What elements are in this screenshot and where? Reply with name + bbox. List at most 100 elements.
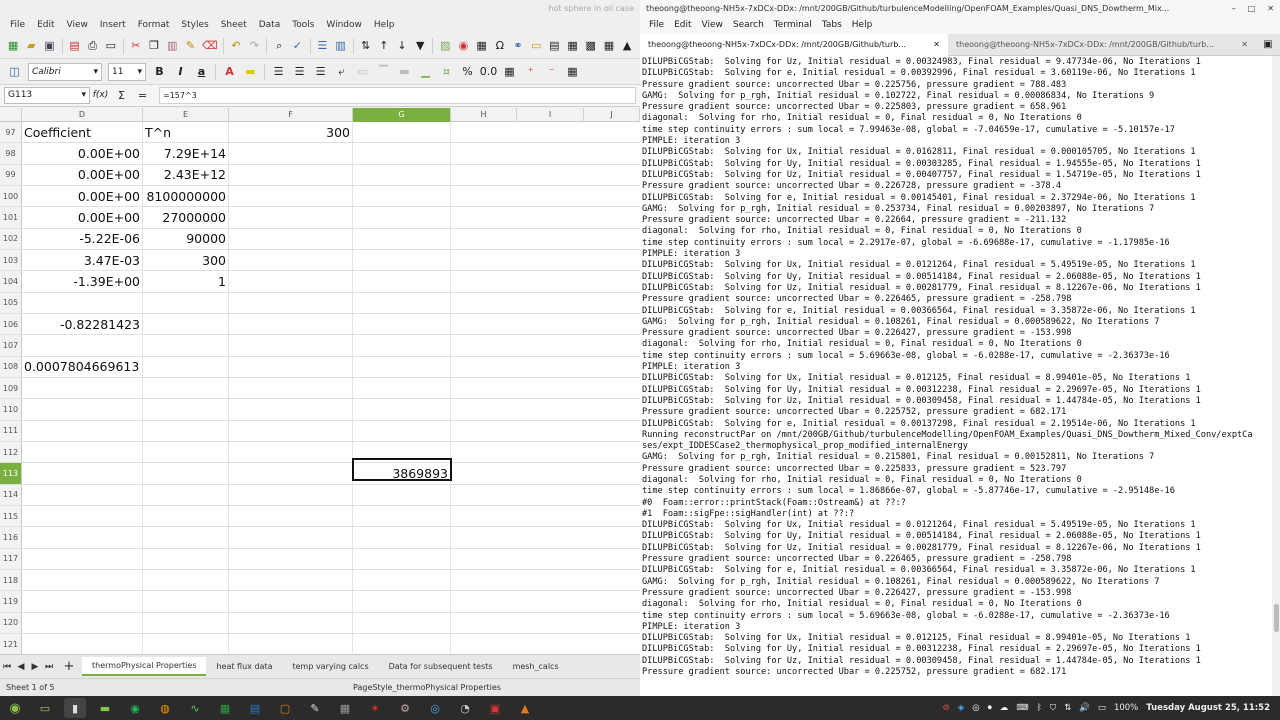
- prev-sheet-icon[interactable]: ◀: [14, 662, 28, 672]
- sheet-tab-mesh-calcs[interactable]: mesh_calcs: [503, 658, 569, 675]
- align-top-icon[interactable]: ▔: [376, 64, 392, 80]
- font-color-icon[interactable]: A: [222, 64, 238, 80]
- menu-styles[interactable]: Styles: [175, 20, 214, 30]
- menu-tools[interactable]: Tools: [286, 20, 320, 30]
- cell-f121[interactable]: [229, 633, 353, 654]
- app-icon[interactable]: ▣: [484, 698, 506, 718]
- column-header-j[interactable]: J: [584, 108, 640, 122]
- row-header[interactable]: 103: [0, 249, 22, 271]
- row-header[interactable]: 119: [0, 591, 22, 612]
- row-header[interactable]: 98: [0, 143, 22, 164]
- row-header[interactable]: 107: [0, 335, 22, 356]
- menu-view[interactable]: View: [697, 20, 728, 30]
- cell-g117[interactable]: [353, 548, 451, 569]
- menu-icon[interactable]: ◉: [4, 698, 26, 718]
- cell-f101[interactable]: [229, 207, 353, 228]
- cell-d120[interactable]: [22, 612, 143, 633]
- print-preview-icon[interactable]: ▭: [104, 38, 117, 54]
- scrollbar-thumb[interactable]: [1274, 604, 1279, 632]
- menu-file[interactable]: File: [644, 20, 669, 30]
- row-header[interactable]: 112: [0, 441, 22, 463]
- formula-icon[interactable]: =: [135, 88, 151, 104]
- matlab-icon[interactable]: ▲: [514, 698, 536, 718]
- menu-search[interactable]: Search: [728, 20, 769, 30]
- first-sheet-icon[interactable]: ⏮: [0, 662, 14, 672]
- cell-e100[interactable]: 8100000000: [143, 185, 229, 207]
- row-header[interactable]: 115: [0, 505, 22, 527]
- cell-f113[interactable]: [229, 463, 353, 484]
- cell-g100[interactable]: [353, 185, 451, 207]
- sort-icon[interactable]: ⇅: [359, 38, 372, 54]
- highlight-color-icon[interactable]: ▬: [243, 64, 259, 80]
- cell-g99[interactable]: [353, 164, 451, 185]
- menu-terminal[interactable]: Terminal: [769, 20, 817, 30]
- cell-d109[interactable]: [22, 377, 143, 399]
- menu-help[interactable]: Help: [368, 20, 401, 30]
- cell-f119[interactable]: [229, 591, 353, 612]
- undo-icon[interactable]: ↶: [229, 38, 242, 54]
- impress-icon[interactable]: ▢: [274, 698, 296, 718]
- network-icon[interactable]: ⇅: [1064, 703, 1071, 713]
- cell-e120[interactable]: [143, 612, 229, 633]
- column-icon[interactable]: ▥: [334, 38, 347, 54]
- cell-g103[interactable]: [353, 249, 451, 271]
- cell-g107[interactable]: [353, 335, 451, 356]
- row-header[interactable]: 97: [0, 122, 22, 143]
- freeze-rows-icon[interactable]: ▩: [584, 38, 597, 54]
- currency-format-icon[interactable]: ¤: [439, 64, 455, 80]
- cell-d121[interactable]: [22, 633, 143, 654]
- sheet-tab-thermophysical[interactable]: thermoPhysical Properties: [82, 657, 207, 676]
- headers-footers-icon[interactable]: ▤: [548, 38, 561, 54]
- sum-icon[interactable]: Σ: [114, 88, 130, 104]
- cell-d111[interactable]: [22, 420, 143, 441]
- row-header[interactable]: 106: [0, 313, 22, 335]
- cell-d114[interactable]: [22, 484, 143, 505]
- font-name-box[interactable]: Calibri ▾: [28, 62, 102, 81]
- cell-e116[interactable]: [143, 527, 229, 548]
- cell-d102[interactable]: -5.22E-06: [22, 228, 143, 249]
- menu-data[interactable]: Data: [253, 20, 287, 30]
- menu-edit[interactable]: Edit: [669, 20, 696, 30]
- cell-g109[interactable]: [353, 377, 451, 399]
- keyboard-icon[interactable]: ⌨: [1016, 703, 1028, 713]
- row-header[interactable]: 111: [0, 420, 22, 441]
- battery-icon[interactable]: ▭: [1098, 703, 1106, 713]
- print-icon[interactable]: ⎙: [86, 38, 99, 54]
- cell-d117[interactable]: [22, 548, 143, 569]
- row-header[interactable]: 114: [0, 484, 22, 505]
- inkscape-icon[interactable]: ✎: [304, 698, 326, 718]
- cell-d108[interactable]: 0.0007804669613: [22, 356, 143, 377]
- cell-f98[interactable]: [229, 143, 353, 164]
- cell-d99[interactable]: 0.00E+00: [22, 164, 143, 185]
- column-header-h[interactable]: H: [451, 108, 517, 122]
- sheet-tab-temp-varying[interactable]: temp varying calcs: [282, 658, 378, 675]
- show-draw-functions-icon[interactable]: ▲: [620, 38, 633, 54]
- cell-d110[interactable]: [22, 399, 143, 420]
- row-header[interactable]: 110: [0, 399, 22, 420]
- terminal-tab-2[interactable]: theoong@theoong-NH5x-7xDCx-DDx: /mnt/200…: [948, 34, 1256, 56]
- cell-d97[interactable]: Coefficient: [22, 122, 143, 143]
- add-decimal-icon[interactable]: ⁺: [523, 64, 539, 80]
- row-header[interactable]: 117: [0, 548, 22, 569]
- cell-e103[interactable]: 300: [143, 249, 229, 271]
- close-tab-icon[interactable]: ✕: [1241, 40, 1248, 49]
- formula-input[interactable]: =157^3: [159, 87, 636, 104]
- cell-f102[interactable]: [229, 228, 353, 249]
- row-header[interactable]: 116: [0, 527, 22, 548]
- styles-icon[interactable]: ◫: [7, 64, 23, 80]
- row-header[interactable]: 109: [0, 377, 22, 399]
- cell-f105[interactable]: [229, 292, 353, 313]
- cell-d100[interactable]: 0.00E+00: [22, 185, 143, 207]
- compass-icon[interactable]: ◔: [454, 698, 476, 718]
- export-pdf-icon[interactable]: ▤: [68, 38, 81, 54]
- cell-e115[interactable]: [143, 505, 229, 527]
- menu-window[interactable]: Window: [320, 20, 368, 30]
- close-tab-icon[interactable]: ✕: [933, 40, 940, 49]
- autofilter-icon[interactable]: ▼: [414, 38, 427, 54]
- spelling-icon[interactable]: ✓: [291, 38, 304, 54]
- spotify-icon[interactable]: ◉: [124, 698, 146, 718]
- menu-format[interactable]: Format: [132, 20, 176, 30]
- merge-cells-icon[interactable]: ▭: [355, 64, 371, 80]
- writer-icon[interactable]: ▤: [244, 698, 266, 718]
- cell-d98[interactable]: 0.00E+00: [22, 143, 143, 164]
